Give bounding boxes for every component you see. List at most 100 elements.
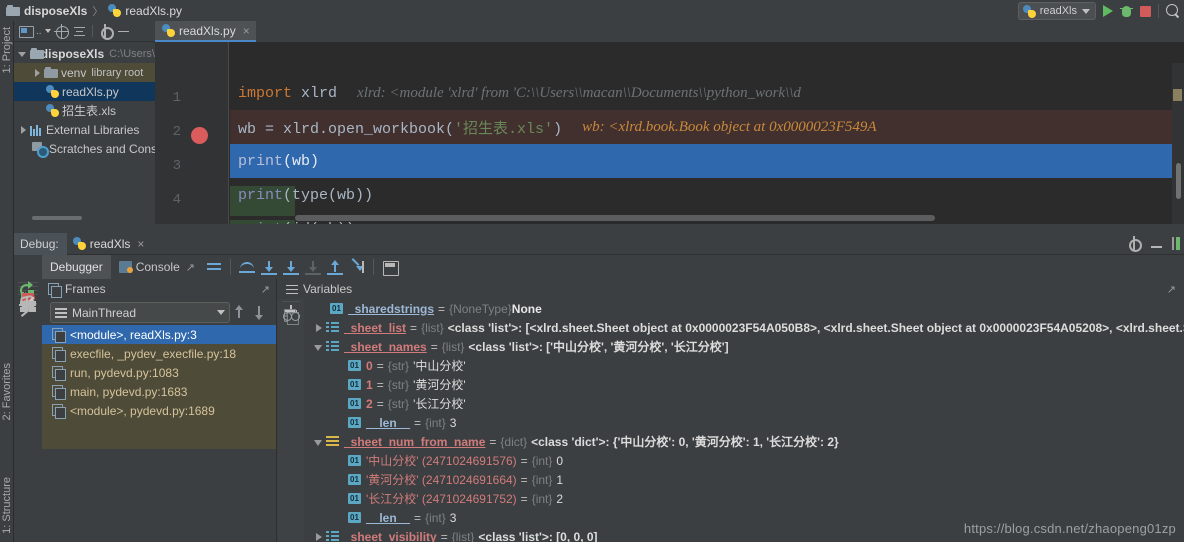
sidebar-item-structure[interactable]: 1: Structure (0, 475, 15, 536)
variable-type: {list} (421, 320, 444, 335)
tab-label: readXls.py (179, 23, 236, 38)
scroll-from-source-icon[interactable] (53, 23, 69, 39)
chevron-right-icon[interactable] (312, 530, 326, 542)
gear-icon[interactable] (98, 23, 114, 40)
equals-sign: = (440, 529, 448, 542)
frames-list[interactable]: <module>, readXls.py:3 execfile, _pydev_… (42, 325, 276, 449)
variable-row[interactable]: _sheet_list = {list} <class 'list'>: [<x… (304, 318, 1184, 337)
pin-icon[interactable]: ↗ (1167, 283, 1176, 296)
chevron-down-icon[interactable] (217, 310, 225, 315)
evaluate-expression-icon[interactable] (379, 256, 401, 278)
chevron-down-icon[interactable] (312, 340, 326, 354)
debug-icon[interactable] (1120, 5, 1133, 18)
code-line-4[interactable]: print(type(wb)) (230, 178, 1184, 212)
variable-row[interactable]: _sheet_num_from_name = {dict} <class 'di… (304, 432, 1184, 451)
pycharm-debug-window: disposeXls 〉 readXls.py readXls 1: Proje… (0, 0, 1184, 542)
equals-sign: = (520, 453, 528, 468)
debug-session-label: readXls (89, 236, 131, 251)
tree-item-external-libraries[interactable]: External Libraries (14, 120, 155, 139)
code-editor[interactable]: 1 2 3 4 5 import xlrd xlrd: <module 'xlr… (155, 42, 1184, 224)
frame-row[interactable]: run, pydevd.py:1083 (42, 363, 276, 382)
editor-error-stripe[interactable] (1172, 63, 1184, 224)
thread-selector[interactable]: MainThread (50, 302, 230, 323)
hide-icon[interactable] (116, 24, 131, 39)
variable-row[interactable]: _sheet_names = {list} <class 'list'>: ['… (304, 337, 1184, 356)
tree-item-path: library root (91, 66, 144, 79)
code-plain: ) (553, 120, 563, 138)
force-step-into-icon[interactable] (280, 256, 302, 278)
chevron-right-icon[interactable] (312, 321, 326, 335)
code-line-1[interactable]: import xlrd xlrd: <module 'xlrd' from 'C… (230, 76, 1184, 110)
editor-horizontal-scrollbar[interactable] (295, 215, 935, 221)
editor-vertical-scrollbar-thumb[interactable] (1176, 163, 1181, 199)
project-horizontal-scrollbar[interactable] (32, 216, 82, 220)
close-icon[interactable]: × (137, 237, 144, 251)
error-stripe-mark[interactable] (1173, 89, 1182, 101)
variables-icon (286, 284, 298, 295)
gear-icon[interactable] (1126, 236, 1142, 252)
tree-item-label: External Libraries (46, 122, 140, 137)
variable-row[interactable]: 01 2 = {str} '长江分校' (304, 394, 1184, 413)
tree-item-readXls-py[interactable]: readXls.py (14, 82, 155, 101)
step-over-icon[interactable] (236, 256, 258, 278)
collapse-all-icon[interactable] (72, 24, 87, 39)
variable-row[interactable]: 01 '黄河分校' (2471024691664) = {int} 1 (304, 470, 1184, 489)
tab-console[interactable]: Console ↗ (111, 255, 203, 279)
stop-icon[interactable] (1140, 5, 1151, 17)
tree-item-xls-file[interactable]: 招生表.xls (14, 101, 155, 120)
tree-item-scratches[interactable]: Scratches and Consol (14, 139, 155, 158)
close-icon[interactable]: × (243, 24, 250, 38)
variable-type: {int} (531, 472, 553, 487)
code-line-2[interactable]: wb = xlrd.open_workbook('招生表.xls') wb: <… (230, 110, 1184, 144)
sidebar-item-project[interactable]: 1: Project (0, 25, 15, 75)
step-into-icon[interactable] (258, 256, 280, 278)
frame-row[interactable]: main, pydevd.py:1683 (42, 382, 276, 401)
frame-row[interactable]: execfile, _pydev_execfile.py:18 (42, 344, 276, 363)
step-out-icon[interactable] (324, 256, 346, 278)
next-frame-button[interactable] (250, 302, 270, 323)
search-icon[interactable] (1166, 4, 1180, 18)
breadcrumb-file[interactable]: readXls.py (108, 0, 182, 21)
frame-row[interactable]: <module>, pydevd.py:1689 (42, 401, 276, 420)
previous-frame-button[interactable] (230, 302, 250, 323)
variable-row[interactable]: 01 '长江分校' (2471024691752) = {int} 2 (304, 489, 1184, 508)
breadcrumb-project[interactable]: disposeXls (6, 0, 87, 21)
tree-item-disposeXls[interactable]: disposeXls C:\Users\ (14, 44, 155, 63)
variable-row[interactable]: 01 0 = {str} '中山分校' (304, 356, 1184, 375)
hide-icon[interactable] (1151, 239, 1162, 248)
frames-panel: Frames ↗ MainThread <module>, readXls.py (42, 279, 277, 542)
variable-row[interactable]: 01 1 = {str} '黄河分校' (304, 375, 1184, 394)
chevron-down-icon[interactable] (18, 49, 28, 59)
line-number: 2 (172, 124, 181, 140)
variable-row[interactable]: 01 _sharedstrings = {NoneType} None (304, 299, 1184, 318)
tab-debugger[interactable]: Debugger (42, 255, 111, 279)
chevron-down-icon[interactable] (44, 29, 51, 33)
chevron-right-icon[interactable] (18, 125, 28, 135)
frame-row[interactable]: <module>, readXls.py:3 (42, 325, 276, 344)
variable-type: {int} (531, 491, 553, 506)
run-icon[interactable] (1103, 5, 1113, 17)
variables-header-label: Variables (303, 282, 353, 296)
chevron-right-icon[interactable] (32, 68, 42, 78)
variable-row[interactable]: 01 '中山分校' (2471024691576) = {int} 0 (304, 451, 1184, 470)
chevron-down-icon[interactable] (312, 435, 326, 449)
tab-readXls-py[interactable]: readXls.py × (155, 21, 256, 42)
variable-row[interactable]: 01 __len__ = {int} 3 (304, 413, 1184, 432)
project-scope-label[interactable]: .. (36, 26, 42, 37)
variables-tree[interactable]: 01 _sharedstrings = {NoneType} None _she… (304, 299, 1184, 542)
run-configuration-selector[interactable]: readXls (1017, 2, 1096, 20)
step-into-my-code-icon[interactable] (302, 256, 324, 278)
pin-icon[interactable]: ↗ (261, 283, 270, 296)
tree-item-venv[interactable]: venv library root (14, 63, 155, 82)
run-to-cursor-icon[interactable] (346, 256, 368, 278)
sidebar-item-favorites[interactable]: 2: Favorites (0, 361, 15, 422)
debug-session-tab[interactable]: readXls × (67, 233, 151, 255)
folder-icon (44, 67, 58, 78)
pin-icon[interactable]: ↗ (186, 261, 195, 274)
code-line-3[interactable]: print(wb) (230, 144, 1184, 178)
variable-name: 0 (366, 358, 373, 373)
breakpoint-icon[interactable] (191, 127, 208, 144)
code-lines[interactable]: import xlrd xlrd: <module 'xlrd' from 'C… (230, 42, 1184, 224)
select-opened-file-icon[interactable] (18, 24, 34, 39)
show-execution-point-icon[interactable] (203, 256, 225, 278)
